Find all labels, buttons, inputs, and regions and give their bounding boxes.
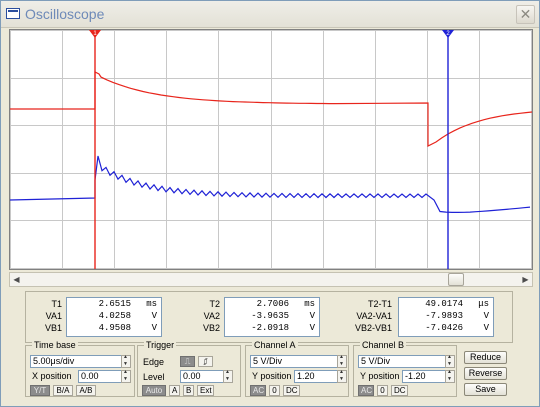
channel-a-y-position-spinner[interactable] (337, 369, 347, 383)
timebase-title: Time base (32, 340, 78, 350)
channel-b-dc-button[interactable]: DC (391, 385, 408, 396)
channel-b-y-position-field[interactable]: -1.20 (402, 370, 446, 383)
mode-ba-button[interactable]: B/A (53, 385, 73, 396)
scroll-left-button[interactable]: ◀ (10, 273, 23, 286)
dvb-unit: V (483, 323, 489, 333)
scroll-thumb[interactable] (448, 273, 464, 286)
scope-screen[interactable]: 1 2 (10, 30, 532, 269)
channel-b-scale-spinner[interactable] (445, 354, 455, 368)
channel-a-scale-spinner[interactable] (337, 354, 347, 368)
edge-falling-button[interactable]: ⎎ (198, 356, 213, 367)
channel-b-y-position-spinner[interactable] (445, 369, 455, 383)
channel-b-title: Channel B (360, 340, 407, 350)
mode-ab-button[interactable]: A/B (76, 385, 96, 396)
vb1-value: 4.9508 (98, 323, 131, 333)
window-icon (6, 8, 20, 19)
timebase-scale-spinner[interactable] (121, 354, 131, 368)
channel-b-y-position-label: Y position (360, 371, 400, 381)
edge-label: Edge (143, 357, 165, 367)
oscilloscope-window: Oscilloscope ✕ 1 2 ◀ ▶ T1 VA1 VB1 2.6515… (0, 0, 540, 407)
timebase-scale-field[interactable]: 5.00μs/div (30, 355, 122, 368)
cursor-readout-panel: T1 VA1 VB1 2.6515 ms 4.0258 V 4.9508 V T2 V… (25, 291, 513, 343)
scope-display[interactable]: 1 2 (9, 29, 533, 270)
trigger-level-field[interactable]: 0.00 (180, 370, 224, 383)
dvb-label: VB2-VB1 (354, 323, 392, 333)
trigger-level-spinner[interactable] (223, 369, 233, 383)
channel-a-group: Channel A 5 V/Div Y position 1.20 AC 0 D… (245, 340, 349, 397)
vb1-label: VB1 (44, 323, 62, 333)
dt-value: 49.0174 (425, 299, 463, 309)
horizontal-scrollbar[interactable]: ◀ ▶ (9, 272, 533, 287)
t1-value: 2.6515 (98, 299, 131, 309)
channel-b-zero-button[interactable]: 0 (377, 385, 388, 396)
trigger-ext-button[interactable]: Ext (197, 385, 214, 396)
channel-a-ac-button[interactable]: AC (250, 385, 266, 396)
t2-value: 2.7006 (256, 299, 289, 309)
cursor-2-values: 2.7006 ms -3.9635 V -2.0918 V (224, 297, 320, 337)
va1-unit: V (151, 311, 157, 321)
dva-label: VA2-VA1 (356, 311, 392, 321)
trigger-title: Trigger (144, 340, 177, 350)
dt-label: T2-T1 (367, 299, 392, 309)
trigger-auto-button[interactable]: Auto (142, 385, 166, 396)
t1-unit: ms (146, 299, 157, 309)
trigger-a-button[interactable]: A (169, 385, 180, 396)
dvb-value: -7.0426 (425, 323, 463, 333)
channel-b-ac-button[interactable]: AC (358, 385, 374, 396)
mode-yt-button[interactable]: Y/T (30, 385, 50, 396)
t2-label: T2 (209, 299, 220, 309)
channel-a-zero-button[interactable]: 0 (269, 385, 280, 396)
va1-value: 4.0258 (98, 311, 131, 321)
window-title: Oscilloscope (25, 6, 105, 22)
channel-b-group: Channel B 5 V/Div Y position -1.20 AC 0 … (353, 340, 457, 397)
channel-a-scale-field[interactable]: 5 V/Div (250, 355, 338, 368)
x-position-field[interactable]: 0.00 (78, 370, 122, 383)
trigger-b-button[interactable]: B (183, 385, 194, 396)
t1-label: T1 (51, 299, 62, 309)
scope-grid (10, 30, 532, 269)
title-bar[interactable]: Oscilloscope ✕ (1, 1, 539, 28)
vb2-value: -2.0918 (251, 323, 289, 333)
channel-a-y-position-field[interactable]: 1.20 (294, 370, 338, 383)
va1-label: VA1 (45, 311, 62, 321)
cursor-1-values: 2.6515 ms 4.0258 V 4.9508 V (66, 297, 162, 337)
trigger-group: Trigger Edge ⎍ ⎎ Level 0.00 Auto A B Ext (137, 340, 241, 397)
reverse-button[interactable]: Reverse (464, 367, 507, 380)
edge-rising-button[interactable]: ⎍ (180, 356, 195, 367)
channel-b-scale-field[interactable]: 5 V/Div (358, 355, 446, 368)
save-button[interactable]: Save (464, 383, 507, 396)
va2-value: -3.9635 (251, 311, 289, 321)
cursor-difference-values: 49.0174 μs -7.9893 V -7.0426 V (398, 297, 494, 337)
va2-unit: V (309, 311, 315, 321)
channel-a-y-position-label: Y position (252, 371, 292, 381)
vb1-unit: V (151, 323, 157, 333)
dva-unit: V (483, 311, 489, 321)
channel-a-dc-button[interactable]: DC (283, 385, 300, 396)
va2-label: VA2 (203, 311, 220, 321)
t2-unit: ms (304, 299, 315, 309)
level-label: Level (143, 372, 165, 382)
dva-value: -7.9893 (425, 311, 463, 321)
timebase-group: Time base 5.00μs/div X position 0.00 Y/T… (25, 340, 135, 397)
x-position-spinner[interactable] (121, 369, 131, 383)
vb2-unit: V (309, 323, 315, 333)
x-position-label: X position (32, 371, 72, 381)
reduce-button[interactable]: Reduce (464, 351, 507, 364)
close-button[interactable]: ✕ (516, 5, 535, 24)
channel-a-title: Channel A (252, 340, 298, 350)
scroll-right-button[interactable]: ▶ (519, 273, 532, 286)
vb2-label: VB2 (202, 323, 220, 333)
dt-unit: μs (478, 299, 489, 309)
